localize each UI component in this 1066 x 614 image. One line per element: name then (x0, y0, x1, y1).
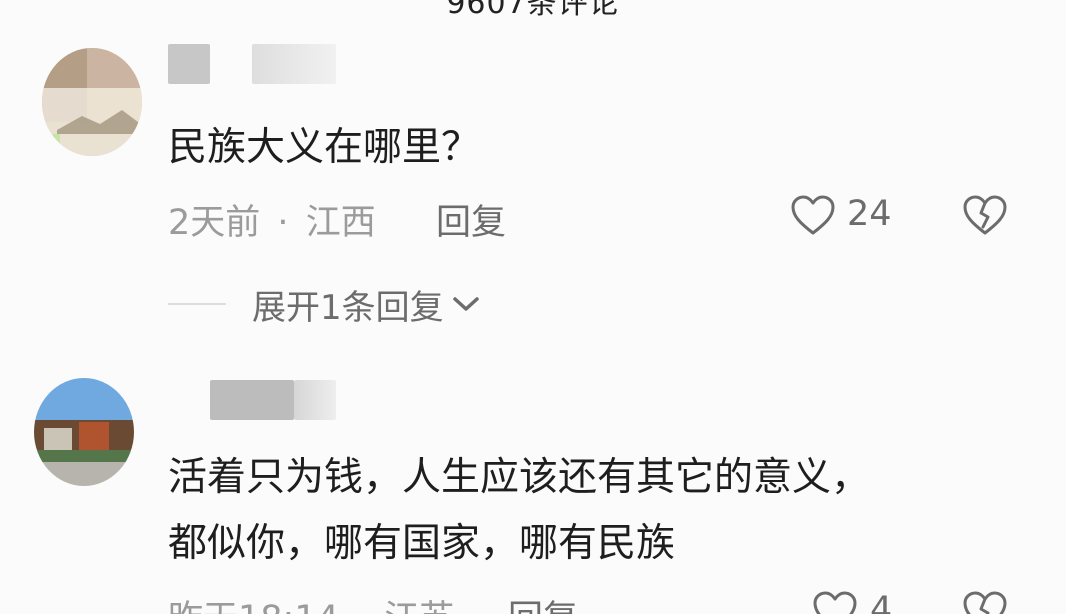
reply-button[interactable]: 回复 (508, 590, 578, 614)
comment-list-page: 9607条评论 民族大义在哪里？ 2天前 · 江西 回复 24 展开1条回复 活… (0, 0, 1066, 614)
comment-text-line-1: 活着只为钱，人生应该还有其它的意义， (168, 455, 871, 500)
heart-outline-icon[interactable] (812, 590, 858, 614)
comment-time: 昨天18:14 (168, 599, 339, 614)
avatar[interactable] (34, 378, 134, 486)
comment-text-line-2: 都似你，哪有国家，哪有民族 (168, 521, 676, 566)
meta-separator: · (356, 599, 367, 614)
like-count: 4 (870, 590, 893, 614)
avatar-image (34, 378, 134, 486)
comment-meta: 昨天18:14 · 江苏 (168, 590, 454, 614)
username-redacted[interactable] (210, 380, 294, 420)
username-redacted-2 (294, 380, 336, 420)
broken-heart-icon[interactable] (962, 590, 1008, 614)
comment-location: 江苏 (384, 599, 454, 614)
comment-item-2: 活着只为钱，人生应该还有其它的意义， 都似你，哪有国家，哪有民族 昨天18:14… (0, 0, 1066, 614)
